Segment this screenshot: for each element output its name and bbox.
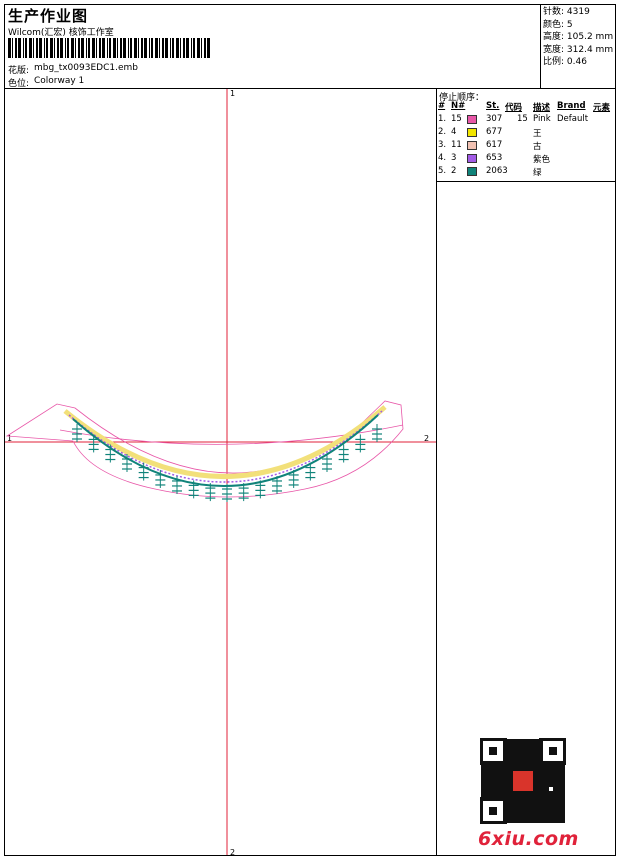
row-index: 4.: [438, 153, 447, 163]
axis-label-right: 2: [424, 434, 429, 443]
row-stitches: 15: [517, 114, 528, 124]
row-code: 617: [486, 140, 503, 150]
row-code: 307: [486, 114, 503, 124]
color-swatch: [467, 115, 477, 124]
row-description: 绿: [533, 168, 542, 178]
color-count: 颜色: 5: [543, 19, 573, 30]
row-description: Pink: [533, 114, 551, 124]
col-header-description: 描述: [533, 103, 551, 113]
row-needle: 4: [451, 127, 457, 137]
barcode: [8, 38, 210, 58]
design-scale: 比例: 0.46: [543, 57, 587, 68]
row-index: 2.: [438, 127, 447, 137]
row-index: 3.: [438, 140, 447, 150]
design-height: 高度: 105.2 mm: [543, 32, 614, 43]
col-header-needle: N#: [451, 101, 466, 111]
row-needle: 15: [451, 114, 462, 124]
design-stats: 针数: 4319 颜色: 5 高度: 105.2 mm 宽度: 312.4 mm…: [543, 6, 613, 69]
col-header-brand: Brand: [557, 101, 586, 111]
row-code: 653: [486, 153, 503, 163]
design-canvas: 1 2 1 2: [5, 89, 436, 855]
color-swatch: [467, 154, 477, 163]
col-header-index: #: [438, 101, 446, 111]
row-needle: 3: [451, 153, 457, 163]
color-swatch: [467, 167, 477, 176]
col-header-element: 元素: [593, 103, 611, 113]
color-swatch: [467, 141, 477, 150]
row-description: 紫色: [533, 155, 551, 165]
row-code: 2063: [486, 166, 508, 176]
stop-row: 1. 15 307 15 Pink Default: [437, 114, 617, 126]
row-needle: 11: [451, 140, 462, 150]
stop-table-divider: [436, 181, 616, 182]
row-code: 677: [486, 127, 503, 137]
watermark-logo: 6xiu.com: [478, 828, 579, 850]
design-width: 宽度: 312.4 mm: [543, 44, 614, 55]
row-description: 王: [533, 129, 542, 139]
stitch-count: 针数: 4319: [543, 7, 590, 17]
col-header-code: 代码: [505, 103, 523, 113]
axis-label-top: 1: [230, 89, 235, 98]
side-panel-divider: [436, 88, 437, 856]
stop-row: 4. 3 653 紫色: [437, 153, 617, 165]
row-description: 古: [533, 142, 542, 152]
color-swatch: [467, 128, 477, 137]
design-file: mbg_tx0093EDC1.emb: [34, 63, 138, 73]
colorway-value: Colorway 1: [34, 76, 85, 86]
stop-row: 2. 4 677 王: [437, 127, 617, 139]
company-name: Wilcom(汇宏) 核饰工作室: [8, 28, 114, 38]
row-needle: 2: [451, 166, 457, 176]
stats-divider: [540, 4, 541, 88]
axis-label-bottom: 2: [230, 848, 235, 855]
col-header-stitches: St.: [486, 101, 500, 111]
qr-code: [480, 738, 566, 824]
row-index: 1.: [438, 114, 447, 124]
colorway-label: 色位:: [8, 79, 30, 89]
page-title: 生产作业图: [8, 7, 89, 25]
design-label: 花版:: [8, 66, 30, 76]
row-brand: Default: [557, 114, 589, 124]
stop-row: 3. 11 617 古: [437, 140, 617, 152]
stop-row: 5. 2 2063 绿: [437, 166, 617, 178]
row-index: 5.: [438, 166, 447, 176]
collar-embroidery: [5, 400, 404, 502]
